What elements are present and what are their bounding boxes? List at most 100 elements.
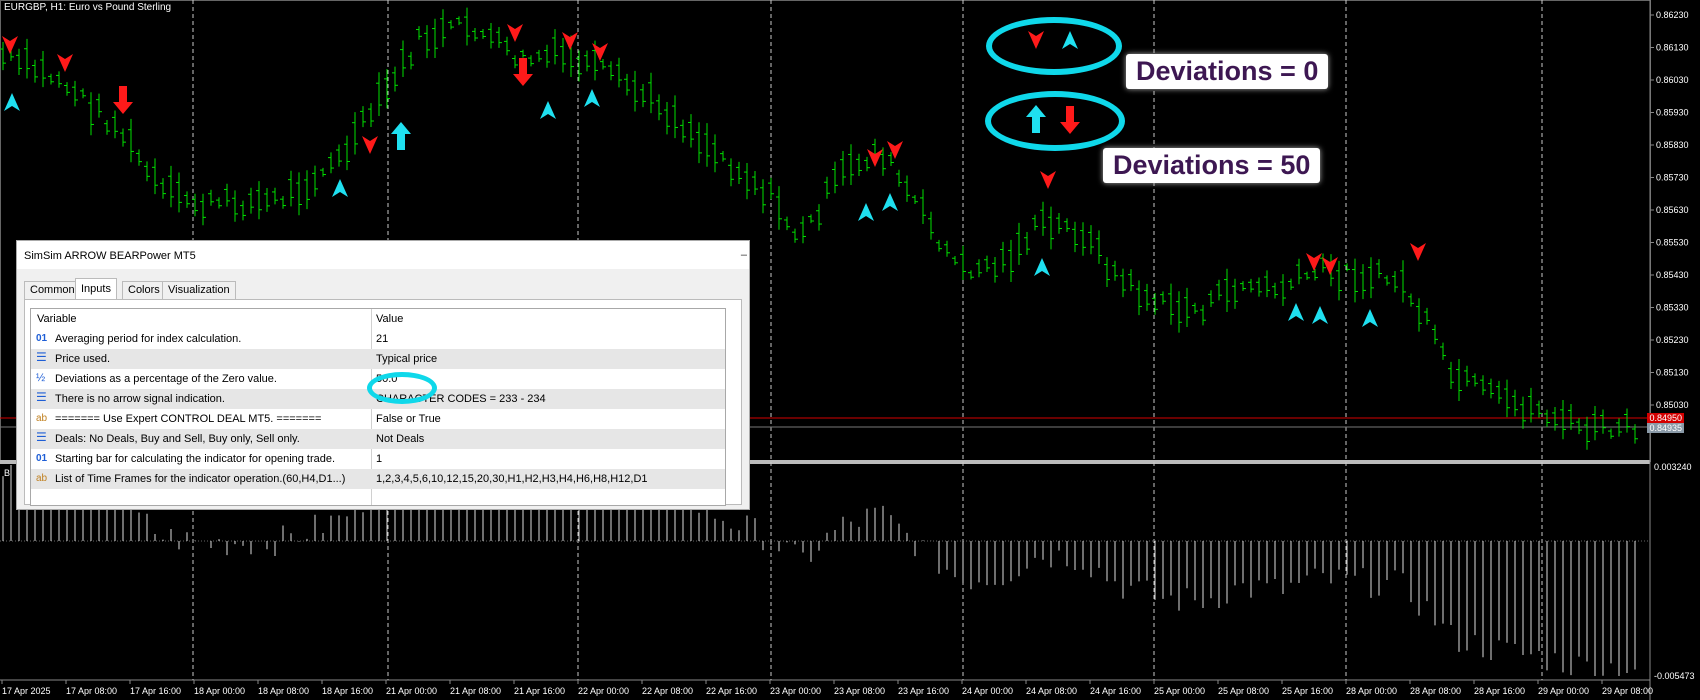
arrow-up-icon [1312, 306, 1328, 324]
tab-colors[interactable]: Colors [122, 281, 166, 299]
row-variable: Deviations as a percentage of the Zero v… [55, 373, 277, 385]
row-variable: Averaging period for index calculation. [55, 333, 242, 345]
arrow-up-icon [540, 101, 556, 119]
table-header: Variable Value [31, 309, 725, 329]
callout-deviations-zero: Deviations = 0 [1126, 54, 1329, 89]
callout-deviations-fifty: Deviations = 50 [1103, 148, 1321, 183]
time-label: 22 Apr 00:00 [578, 686, 629, 696]
tab-inputs[interactable]: Inputs [75, 278, 117, 300]
string-type-icon: ab [36, 413, 48, 424]
time-label: 29 Apr 00:00 [1538, 686, 1589, 696]
arrow-up-icon [858, 203, 874, 221]
arrow-down-icon [1306, 253, 1322, 271]
arrow-up-icon [1362, 309, 1378, 327]
integer-type-icon: 01 [36, 333, 48, 344]
time-label: 24 Apr 08:00 [1026, 686, 1077, 696]
indicator-window-label: B [4, 468, 10, 478]
time-label: 29 Apr 08:00 [1602, 686, 1653, 696]
time-label: 22 Apr 08:00 [642, 686, 693, 696]
row-variable: Price used. [55, 353, 111, 365]
row-variable: Starting bar for calculating the indicat… [55, 453, 336, 465]
arrow-down-icon [887, 141, 903, 159]
arrow-up-icon [332, 179, 348, 197]
close-icon[interactable]: – [741, 249, 747, 261]
row-value[interactable]: 1,2,3,4,5,6,10,12,15,20,30,H1,H2,H3,H4,H… [376, 473, 648, 485]
time-label: 21 Apr 00:00 [386, 686, 437, 696]
time-label: 18 Apr 16:00 [322, 686, 373, 696]
arrow-down-icon [2, 36, 18, 54]
row-variable: There is no arrow signal indication. [55, 393, 225, 405]
block-arrow-up-icon [391, 122, 411, 150]
time-label: 23 Apr 16:00 [898, 686, 949, 696]
time-label: 24 Apr 00:00 [962, 686, 1013, 696]
price-label: 0.85030 [1656, 400, 1689, 410]
indicator-scale-label: -0.005473 [1654, 671, 1695, 681]
price-label: 0.86030 [1656, 75, 1689, 85]
table-row[interactable]: ☰ Price used. Typical price [31, 349, 725, 369]
arrow-up-icon [584, 89, 600, 107]
arrow-down-icon [592, 43, 608, 61]
header-variable: Variable [37, 313, 77, 325]
time-label: 24 Apr 16:00 [1090, 686, 1141, 696]
enum-list-icon: ☰ [36, 430, 47, 444]
table-row[interactable]: 01 Averaging period for index calculation… [31, 329, 725, 349]
arrow-up-icon [882, 193, 898, 211]
table-row[interactable]: ab ======= Use Expert CONTROL DEAL MT5. =… [31, 409, 725, 429]
price-label: 0.86130 [1656, 43, 1689, 53]
enum-list-icon: ☰ [36, 390, 47, 404]
symbol-label: EURGBP, H1: Euro vs Pound Sterling [4, 2, 172, 13]
arrow-down-icon [1040, 171, 1056, 189]
price-label: 0.85730 [1656, 173, 1689, 183]
arrow-down-icon [507, 24, 523, 42]
time-label: 25 Apr 00:00 [1154, 686, 1205, 696]
time-label: 25 Apr 08:00 [1218, 686, 1269, 696]
time-label: 17 Apr 16:00 [130, 686, 181, 696]
arrow-up-icon [1034, 258, 1050, 276]
time-label: 21 Apr 08:00 [450, 686, 501, 696]
price-label: 0.85230 [1656, 335, 1689, 345]
tab-visualization[interactable]: Visualization [162, 281, 236, 299]
time-label: 28 Apr 08:00 [1410, 686, 1461, 696]
time-label: 18 Apr 00:00 [194, 686, 245, 696]
price-label: 0.85530 [1656, 238, 1689, 248]
arrow-down-icon [362, 136, 378, 154]
time-label: 28 Apr 00:00 [1346, 686, 1397, 696]
tab-common[interactable]: Common [24, 281, 81, 299]
time-label: 21 Apr 16:00 [514, 686, 565, 696]
row-value[interactable]: Not Deals [376, 433, 424, 445]
header-value: Value [376, 313, 404, 325]
row-value[interactable]: Typical price [376, 353, 437, 365]
row-value[interactable]: False or True [376, 413, 441, 425]
current-price-tag-red: 0.84950 [1647, 413, 1684, 423]
price-label: 0.85930 [1656, 108, 1689, 118]
table-row[interactable]: ☰ Deals: No Deals, Buy and Sell, Buy only… [31, 429, 725, 449]
arrow-down-icon [1410, 243, 1426, 261]
row-value[interactable]: 21 [376, 333, 388, 345]
current-price-tag-gray: 0.84935 [1647, 423, 1684, 433]
arrow-down-icon [57, 54, 73, 72]
enum-list-icon: ☰ [36, 350, 47, 364]
time-axis: 17 Apr 2025 17 Apr 08:00 17 Apr 16:00 18 Ap… [1, 680, 1653, 696]
price-label: 0.85130 [1656, 368, 1689, 378]
table-row[interactable]: 01 Starting bar for calculating the indic… [31, 449, 725, 469]
arrow-up-icon [1288, 303, 1304, 321]
arrow-down-icon [562, 32, 578, 50]
indicator-scale-label: 0.003240 [1654, 462, 1692, 472]
integer-type-icon: 01 [36, 453, 48, 464]
time-label: 17 Apr 08:00 [66, 686, 117, 696]
highlight-ellipse-fifty [985, 91, 1125, 151]
inputs-panel: Variable Value 01 Averaging period for in… [24, 299, 742, 506]
row-value[interactable]: 1 [376, 453, 382, 465]
block-arrow-down-icon [113, 86, 133, 114]
time-label: 17 Apr 2025 [2, 686, 51, 696]
table-row[interactable]: ab List of Time Frames for the indicator … [31, 469, 725, 489]
time-label: 23 Apr 00:00 [770, 686, 821, 696]
arrow-up-icon [4, 93, 20, 111]
row-variable: List of Time Frames for the indicator op… [55, 473, 346, 485]
highlight-ellipse-value [367, 372, 437, 404]
time-label: 28 Apr 16:00 [1474, 686, 1525, 696]
block-arrow-down-icon [513, 58, 533, 86]
row-variable: Deals: No Deals, Buy and Sell, Buy only,… [55, 433, 300, 445]
dialog-title: SimSim ARROW BEARPower MT5 [24, 250, 196, 262]
time-label: 18 Apr 08:00 [258, 686, 309, 696]
